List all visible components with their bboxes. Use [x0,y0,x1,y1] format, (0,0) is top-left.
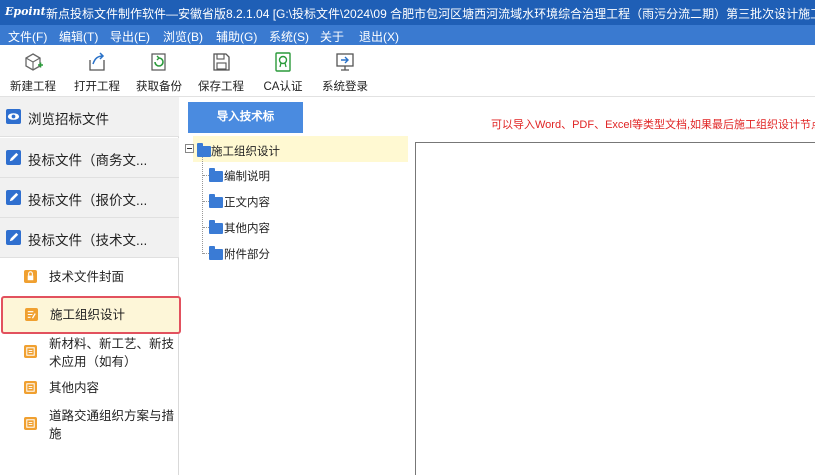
tree-node-child[interactable]: 编制说明 [209,166,329,186]
tree-node-child[interactable]: 正文内容 [209,192,329,212]
sidebar-sub-traffic-label: 道路交通组织方案与措施 [49,409,175,441]
sidebar-sub-construction-design[interactable]: 施工组织设计 [1,296,181,334]
document-preview-pane[interactable] [415,142,815,475]
open-project-label: 打开工程 [74,81,120,93]
folder-icon [209,168,223,182]
folder-icon [209,246,223,260]
save-project-button[interactable]: 保存工程 [196,45,246,97]
edit-icon [6,190,21,205]
ca-cert-icon [275,52,291,72]
save-icon [213,53,230,71]
menu-about[interactable]: 关于 [320,28,344,45]
sidebar-sub-new-tech-label: 新材料、新工艺、新技术应用（如有） [49,337,175,369]
app-logo: Epoint [5,5,46,18]
edit-icon [6,230,21,245]
sidebar-sub-tech-cover-label: 技术文件封面 [49,270,125,284]
document-list-icon [24,381,37,394]
title-bar: Epoint 新点投标文件制作软件—安徽省版8.2.1.04 [G:\投标文件\… [0,0,815,25]
backup-icon [151,53,166,71]
sidebar-sub-new-tech[interactable]: 新材料、新工艺、新技术应用（如有） [0,335,179,379]
new-project-button[interactable]: 新建工程 [8,45,58,97]
eye-icon [6,109,21,124]
menu-export[interactable]: 导出(E) [110,28,150,45]
sidebar-bid-business-label: 投标文件（商务文... [28,153,148,168]
get-backup-label: 获取备份 [136,81,182,93]
lock-icon [24,270,37,283]
sidebar-sub-construction-design-label: 施工组织设计 [50,308,126,322]
tree-collapse-toggle[interactable] [185,144,194,153]
sidebar-bid-tech-label: 投标文件（技术文... [28,233,148,248]
menu-browse[interactable]: 浏览(B) [163,28,203,45]
sidebar-bid-price[interactable]: 投标文件（报价文... [0,178,179,218]
menu-system[interactable]: 系统(S) [269,28,309,45]
document-list-icon [24,345,37,358]
get-backup-button[interactable]: 获取备份 [134,45,184,97]
system-login-button[interactable]: 系统登录 [320,45,370,97]
tree-node-root-label: 施工组织设计 [211,146,280,158]
system-login-label: 系统登录 [322,81,368,93]
document-edit-icon [25,308,38,321]
sidebar-browse-tender-label: 浏览招标文件 [28,112,109,127]
sidebar-browse-tender[interactable]: 浏览招标文件 [0,97,179,137]
sidebar-bid-business[interactable]: 投标文件（商务文... [0,138,179,178]
tree-node-child-label: 附件部分 [224,249,270,261]
tree-node-child-label: 正文内容 [224,197,270,209]
tree-node-root[interactable]: 施工组织设计 [195,141,395,161]
tree-node-child-label: 其他内容 [224,223,270,235]
sidebar-sub-tech-cover[interactable]: 技术文件封面 [0,260,179,295]
import-tech-bid-button[interactable]: 导入技术标 [188,102,303,133]
save-project-label: 保存工程 [198,81,244,93]
sidebar-bid-tech[interactable]: 投标文件（技术文... [0,218,179,258]
window-title: 新点投标文件制作软件—安徽省版8.2.1.04 [G:\投标文件\2024\09… [46,7,815,21]
folder-icon [209,220,223,234]
open-project-button[interactable]: 打开工程 [72,45,122,97]
edit-icon [6,150,21,165]
folder-icon [209,194,223,208]
document-tree: 施工组织设计 编制说明 正文内容 其他内容 附件部分 [183,136,413,336]
menu-bar: 文件(F) 编辑(T) 导出(E) 浏览(B) 辅助(G) 系统(S) 关于 退… [0,25,815,45]
ca-auth-button[interactable]: CA认证 [258,45,308,97]
ca-auth-label: CA认证 [263,81,303,93]
monitor-login-icon [336,53,354,71]
open-project-icon [89,52,105,71]
folder-icon [197,143,211,157]
menu-edit[interactable]: 编辑(T) [59,28,98,45]
menu-exit[interactable]: 退出(X) [359,28,399,45]
import-hint-text: 可以导入Word、PDF、Excel等类型文档,如果最后施工组织设计节点转换 [491,119,815,131]
menu-assist[interactable]: 辅助(G) [216,28,257,45]
sidebar-sub-traffic[interactable]: 道路交通组织方案与措施 [0,405,179,449]
tree-node-child[interactable]: 附件部分 [209,244,329,264]
sidebar: 浏览招标文件 投标文件（商务文... 投标文件（报价文... 投标文件（技术文.… [0,97,181,475]
sidebar-bid-price-label: 投标文件（报价文... [28,193,148,208]
tree-connector [202,154,203,254]
sidebar-sub-other-label: 其他内容 [49,381,100,395]
tree-node-child[interactable]: 其他内容 [209,218,329,238]
menu-file[interactable]: 文件(F) [8,28,47,45]
sidebar-sub-other[interactable]: 其他内容 [0,377,179,403]
new-project-label: 新建工程 [10,81,56,93]
tree-node-child-label: 编制说明 [224,171,270,183]
new-project-icon [25,53,43,71]
document-list-icon [24,417,37,430]
toolbar: 新建工程 打开工程 获取备份 保存工程 CA认证 系统登录 [0,45,815,97]
